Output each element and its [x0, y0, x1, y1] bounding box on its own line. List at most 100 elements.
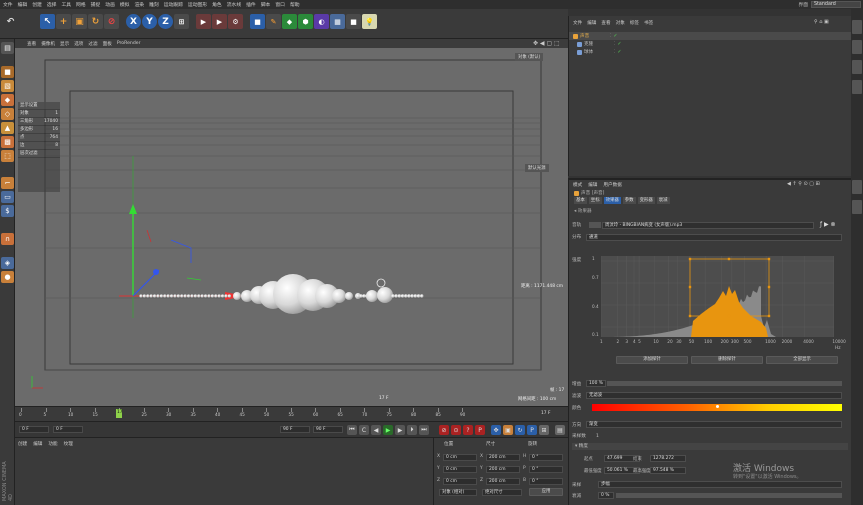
objects-tab[interactable] — [852, 20, 862, 34]
attribute-nav-icons[interactable]: ◀ ↑ ⚲ ⊙ ▢ ⊞ — [787, 181, 820, 187]
menu-item[interactable]: 流水线 — [227, 1, 241, 8]
key-position-icon[interactable]: ✥ — [491, 425, 501, 435]
attack-field[interactable]: 0 % — [598, 492, 614, 499]
menu-item[interactable]: 渲染 — [134, 1, 144, 8]
keyframe-selection-icon[interactable]: ? — [463, 425, 473, 435]
coord-position-field[interactable]: 0 cm — [443, 478, 477, 485]
menu-item[interactable]: 窗口 — [275, 1, 285, 8]
material-menu-item[interactable]: 创建 — [18, 441, 27, 447]
object-menu-item[interactable]: 文件 — [573, 20, 582, 26]
visibility-dots-icon[interactable]: ⁚ — [614, 42, 615, 47]
menu-item[interactable]: 雕刻 — [149, 1, 159, 8]
graph-button[interactable]: 全部显示 — [766, 356, 838, 364]
attribute-tab[interactable]: 基本 — [574, 197, 587, 204]
attribute-tab[interactable]: 坐标 — [588, 197, 602, 204]
coord-mode-dropdown[interactable]: 对象 (相对) — [439, 489, 477, 496]
viewport-menu-item[interactable]: 面板 — [103, 41, 112, 47]
coord-size-mode-dropdown[interactable]: 绝对尺寸 — [482, 489, 522, 496]
menu-item[interactable]: 帮助 — [290, 1, 300, 8]
attribute-menu-item[interactable]: 用户数据 — [603, 182, 621, 188]
object-menu-item[interactable]: 书签 — [644, 20, 653, 26]
coord-rotation-field[interactable]: 0 ° — [529, 478, 563, 485]
polygon-mode-icon[interactable]: ▲ — [1, 122, 14, 134]
workplane-icon[interactable]: ▭ — [1, 191, 14, 203]
coordinate-system-icon[interactable]: ⊞ — [174, 14, 189, 29]
menu-item[interactable]: 脚本 — [261, 1, 271, 8]
mode-dropdown[interactable]: 步幅 — [598, 481, 842, 488]
coord-size-field[interactable]: 200 cm — [486, 454, 520, 461]
menu-item[interactable]: 捕捉 — [91, 1, 101, 8]
texture-mode-icon[interactable]: ▧ — [1, 80, 14, 92]
gain-slider[interactable] — [607, 381, 842, 386]
render-view-icon[interactable]: ▶ — [196, 14, 211, 29]
undo-icon[interactable]: ↶ — [3, 14, 18, 29]
render-settings-icon[interactable]: ⚙ — [228, 14, 243, 29]
move-icon[interactable]: + — [56, 14, 71, 29]
menu-item[interactable]: 工具 — [61, 1, 71, 8]
max-frame-field[interactable]: 90 F — [313, 426, 343, 433]
coord-rotation-field[interactable]: 0 ° — [529, 466, 563, 473]
attribute-tab[interactable]: 参数 — [622, 197, 636, 204]
object-row[interactable]: 球体 ⁚ ✓ — [569, 48, 852, 56]
menu-item[interactable]: 运动图形 — [188, 1, 207, 8]
visibility-dots-icon[interactable]: ⁚ — [610, 34, 611, 39]
range-field[interactable]: 97.548 % — [650, 467, 686, 474]
coord-position-field[interactable]: 0 cm — [443, 454, 477, 461]
viewport-menu-item[interactable]: 显示 — [60, 41, 69, 47]
material-menu-item[interactable]: 功能 — [48, 441, 57, 447]
menu-item[interactable]: 文件 — [3, 1, 13, 8]
attack-slider[interactable] — [616, 493, 842, 498]
scene-icon[interactable]: ▦ — [330, 14, 345, 29]
object-menu-item[interactable]: 查看 — [601, 20, 610, 26]
edge-mode-icon[interactable]: ◇ — [1, 108, 14, 120]
attribute-tab[interactable]: 效果器 — [603, 197, 621, 204]
menu-item[interactable]: 网格 — [76, 1, 86, 8]
uv-mode-icon[interactable]: ▩ — [1, 136, 14, 148]
viewport-menu-item[interactable]: ProRender — [117, 41, 141, 46]
timeline-settings-icon[interactable]: ▤ — [555, 425, 565, 435]
next-frame-icon[interactable]: ▶ — [395, 425, 405, 435]
key-pla-icon[interactable]: ⊞ — [539, 425, 549, 435]
key-scale-icon[interactable]: ▣ — [503, 425, 513, 435]
takes-tab[interactable] — [852, 60, 862, 74]
axis-mode-icon[interactable]: ⬚ — [1, 150, 14, 162]
prev-frame-icon[interactable]: ◀ — [371, 425, 381, 435]
attributes-tab[interactable] — [852, 180, 862, 194]
sound-file-icons[interactable]: ƒ ▶ ⊗ — [820, 221, 836, 228]
end-frame-field[interactable]: 90 F — [280, 426, 310, 433]
y-axis-icon[interactable]: Y — [142, 14, 157, 29]
autokey-icon[interactable]: ⊙ — [451, 425, 461, 435]
object-menu-item[interactable]: 对象 — [616, 20, 625, 26]
record-icon[interactable]: ⊘ — [439, 425, 449, 435]
attribute-menu-item[interactable]: 模式 — [573, 182, 582, 188]
coord-size-field[interactable]: 200 cm — [486, 478, 520, 485]
filter-dropdown[interactable]: 无滤波 — [586, 392, 842, 399]
enabled-check-icon[interactable]: ✓ — [617, 49, 621, 55]
start-frame-field[interactable]: 0 F — [19, 426, 49, 433]
snap-icon[interactable]: ⌐ — [1, 177, 14, 189]
magnet-icon[interactable]: ∩ — [1, 233, 14, 245]
graph-button[interactable]: 添加探针 — [616, 356, 688, 364]
render-picture-icon[interactable]: ▶ — [212, 14, 227, 29]
gain-field[interactable]: 100 % — [586, 380, 606, 387]
object-search-icons[interactable]: ⚲ ⌂ ▣ — [814, 19, 829, 25]
apply-button[interactable]: 应用 — [529, 488, 563, 496]
menu-item[interactable]: 创建 — [32, 1, 42, 8]
make-editable-icon[interactable]: ▤ — [1, 42, 14, 54]
structure-tab[interactable] — [852, 80, 862, 94]
viewport-menu-item[interactable]: 选项 — [74, 41, 83, 47]
timeline[interactable]: 051015202530354045505560657075808590 17 … — [15, 406, 568, 421]
go-start-icon[interactable]: ⏮ — [347, 425, 357, 435]
file-button[interactable] — [589, 222, 601, 228]
viewport[interactable]: 显示设置 对象 1 三角形 17040 多边形 16 点 764 边 8 层次过滤 默认光源 对象 (… — [15, 48, 568, 406]
rotate-icon[interactable]: ↻ — [88, 14, 103, 29]
key-icon[interactable]: P — [475, 425, 485, 435]
object-row[interactable]: 克隆 ⁚ ✓ — [569, 40, 852, 48]
layer-icon[interactable]: ◈ — [1, 257, 14, 269]
subdivision-icon[interactable]: ◆ — [282, 14, 297, 29]
key-param-icon[interactable]: P — [527, 425, 537, 435]
sound-file-field[interactable]: 周汶玲 - BINGBIAN病变 (女声版).mp3 — [602, 222, 814, 229]
visibility-dots-icon[interactable]: ⁚ — [614, 50, 615, 55]
point-mode-icon[interactable]: ◆ — [1, 94, 14, 106]
current-frame-field[interactable]: 0 F — [53, 426, 83, 433]
